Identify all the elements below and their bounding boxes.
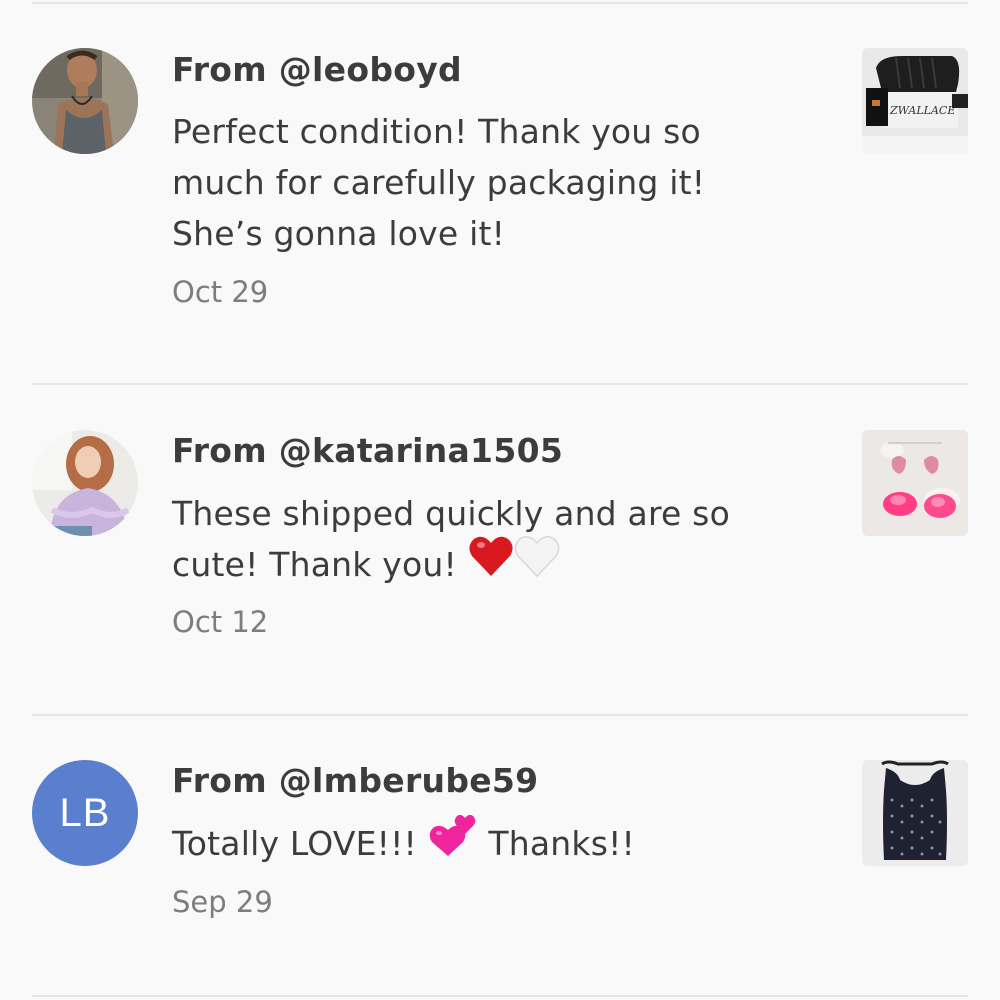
item-thumbnail[interactable]: ZWALLACE <box>862 48 968 154</box>
divider <box>32 714 968 716</box>
thumb-logo-text: ZWALLACE <box>889 104 955 117</box>
review-date: Sep 29 <box>172 885 273 919</box>
review-author[interactable]: From @katarina1505 <box>172 431 563 470</box>
avatar-photo <box>32 430 138 536</box>
white-heart-emoji <box>514 534 560 592</box>
avatar[interactable] <box>32 430 138 536</box>
reviews-feed: From @leoboyd Perfect condition! Thank y… <box>0 0 1000 1000</box>
avatar[interactable] <box>32 48 138 154</box>
top-photo <box>862 760 968 866</box>
review-author[interactable]: From @leoboyd <box>172 50 462 89</box>
review-author[interactable]: From @lmberube59 <box>172 761 538 800</box>
review-text-thanks: Thanks!! <box>488 824 635 863</box>
review-text-body: Totally LOVE!!! <box>172 824 417 863</box>
divider <box>32 383 968 385</box>
divider <box>32 995 968 997</box>
two-hearts-emoji <box>428 812 478 872</box>
red-heart-emoji <box>468 534 514 592</box>
divider <box>32 2 968 4</box>
black-bag-photo: ZWALLACE <box>862 48 968 154</box>
avatar-initials[interactable]: LB <box>32 760 138 866</box>
review-text-body: These shipped quickly and are so cute! T… <box>172 494 730 584</box>
review-text: Totally LOVE!!! Thanks!! <box>172 814 792 872</box>
review-date: Oct 12 <box>172 605 269 639</box>
earrings-photo <box>862 430 968 536</box>
review-text: Perfect condition! Thank you so much for… <box>172 112 706 253</box>
review-date: Oct 29 <box>172 275 269 309</box>
item-thumbnail[interactable] <box>862 760 968 866</box>
review-text: These shipped quickly and are so cute! T… <box>172 488 792 592</box>
avatar-photo <box>32 48 138 154</box>
item-thumbnail[interactable] <box>862 430 968 536</box>
